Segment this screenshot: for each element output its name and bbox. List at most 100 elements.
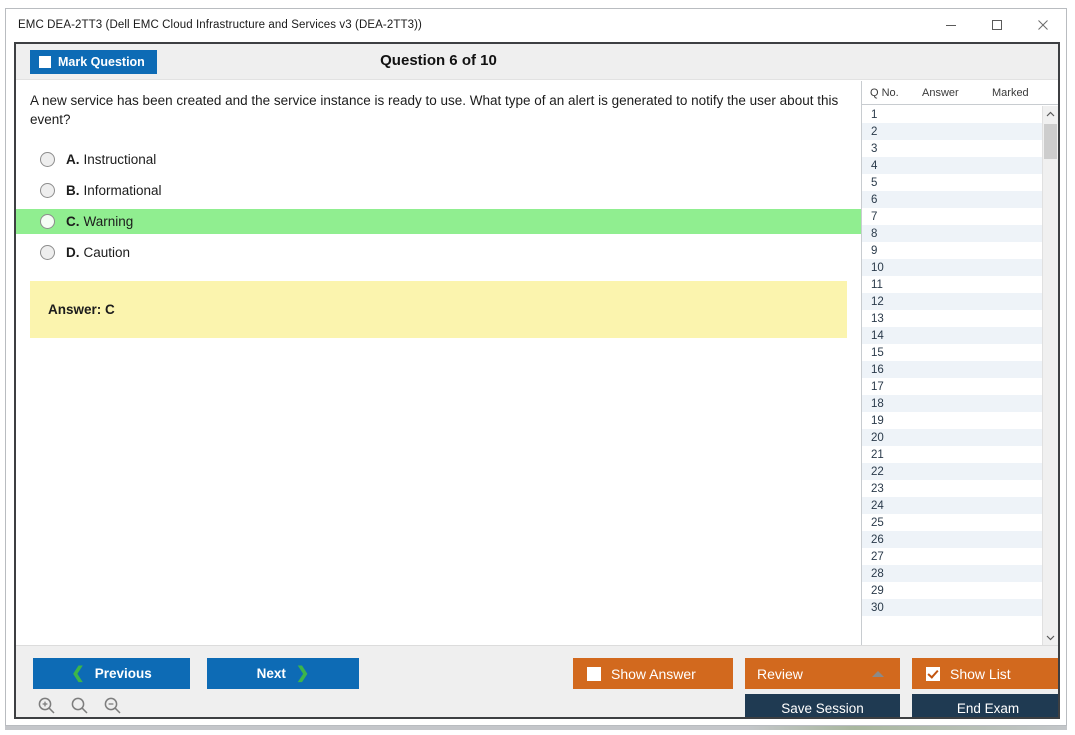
next-button[interactable]: Next ❯	[207, 658, 359, 689]
question-list-row[interactable]: 2	[862, 123, 1042, 140]
question-list-row[interactable]: 10	[862, 259, 1042, 276]
row-q-no: 27	[871, 550, 884, 563]
option-row[interactable]: A. Instructional	[16, 147, 861, 172]
end-exam-button[interactable]: End Exam	[912, 694, 1058, 717]
previous-button[interactable]: ❮ Previous	[33, 658, 190, 689]
question-text: A new service has been created and the s…	[30, 93, 839, 127]
question-list-row[interactable]: 7	[862, 208, 1042, 225]
save-session-button[interactable]: Save Session	[745, 694, 900, 717]
row-q-no: 15	[871, 346, 884, 359]
question-list-row[interactable]: 16	[862, 361, 1042, 378]
option-text: Warning	[83, 214, 134, 229]
scroll-up-icon[interactable]	[1043, 106, 1058, 122]
show-answer-label: Show Answer	[611, 665, 696, 682]
show-list-label: Show List	[950, 665, 1011, 682]
row-q-no: 7	[871, 210, 878, 223]
scroll-down-icon[interactable]	[1043, 629, 1058, 645]
row-q-no: 17	[871, 380, 884, 393]
chevron-up-icon	[872, 670, 884, 677]
option-text: Informational	[83, 183, 162, 198]
question-list-row[interactable]: 24	[862, 497, 1042, 514]
question-list-row[interactable]: 4	[862, 157, 1042, 174]
previous-label: Previous	[94, 666, 152, 681]
zoom-in-icon[interactable]	[33, 692, 59, 717]
question-list-row[interactable]: 9	[862, 242, 1042, 259]
question-list-scrollbar[interactable]	[1042, 106, 1058, 645]
option-radio-icon[interactable]	[40, 245, 55, 260]
row-q-no: 6	[871, 193, 878, 206]
option-letter: B.	[66, 183, 80, 198]
question-list-row[interactable]: 30	[862, 599, 1042, 616]
question-list-row[interactable]: 12	[862, 293, 1042, 310]
show-answer-checkbox-icon	[587, 666, 601, 681]
row-q-no: 23	[871, 482, 884, 495]
zoom-out-icon[interactable]	[99, 692, 125, 717]
question-list-row[interactable]: 22	[862, 463, 1042, 480]
review-dropdown[interactable]: Review	[745, 658, 900, 689]
window-controls	[928, 9, 1066, 41]
option-row[interactable]: B. Informational	[16, 178, 861, 203]
title-bar: EMC DEA-2TT3 (Dell EMC Cloud Infrastruct…	[6, 9, 1066, 41]
question-list-row[interactable]: 5	[862, 174, 1042, 191]
chevron-left-icon: ❮	[71, 664, 85, 682]
option-radio-icon[interactable]	[40, 214, 55, 229]
row-q-no: 29	[871, 584, 884, 597]
end-exam-label: End Exam	[956, 700, 1020, 716]
question-list-row[interactable]: 28	[862, 565, 1042, 582]
zoom-reset-icon[interactable]	[66, 692, 92, 717]
question-list-row[interactable]: 17	[862, 378, 1042, 395]
question-list-row[interactable]: 23	[862, 480, 1042, 497]
question-list-row[interactable]: 27	[862, 548, 1042, 565]
scrollbar-thumb[interactable]	[1044, 124, 1057, 159]
question-list-row[interactable]: 14	[862, 327, 1042, 344]
row-q-no: 12	[871, 295, 884, 308]
question-list-row[interactable]: 15	[862, 344, 1042, 361]
option-row[interactable]: C. Warning	[16, 209, 861, 234]
next-label: Next	[256, 666, 286, 681]
question-list-row[interactable]: 8	[862, 225, 1042, 242]
row-q-no: 11	[871, 278, 883, 291]
column-header-answer: Answer	[922, 86, 959, 99]
option-radio-icon[interactable]	[40, 152, 55, 167]
option-radio-icon[interactable]	[40, 183, 55, 198]
show-answer-button[interactable]: Show Answer	[573, 658, 733, 689]
row-q-no: 10	[871, 261, 884, 274]
answer-label: Answer: C	[48, 302, 115, 317]
question-list-row[interactable]: 6	[862, 191, 1042, 208]
question-list-panel: Q No. Answer Marked 1 2 3 4 5 6 7 8 9 10 11 12 13 14 1…	[861, 81, 1058, 645]
exam-bottom-toolbar: ❮ Previous Next ❯ Show Answer Review Sho…	[16, 645, 1058, 717]
question-list-row[interactable]: 1	[862, 106, 1042, 123]
question-list-row[interactable]: 25	[862, 514, 1042, 531]
maximize-icon[interactable]	[974, 9, 1020, 41]
question-list-row[interactable]: 11	[862, 276, 1042, 293]
show-list-button[interactable]: Show List	[912, 658, 1058, 689]
question-list-row[interactable]: 19	[862, 412, 1042, 429]
option-letter: C.	[66, 214, 80, 229]
question-list-row[interactable]: 21	[862, 446, 1042, 463]
row-q-no: 1	[871, 108, 878, 121]
row-q-no: 2	[871, 125, 878, 138]
option-row[interactable]: D. Caution	[16, 240, 861, 265]
review-label: Review	[757, 665, 803, 682]
answer-box: Answer: C	[30, 281, 847, 338]
row-q-no: 13	[871, 312, 884, 325]
chevron-right-icon: ❯	[295, 664, 310, 682]
option-letter: D.	[66, 245, 80, 260]
row-q-no: 22	[871, 465, 884, 478]
row-q-no: 26	[871, 533, 884, 546]
close-icon[interactable]	[1020, 9, 1066, 41]
row-q-no: 20	[871, 431, 884, 444]
row-q-no: 4	[871, 159, 878, 172]
question-list-row[interactable]: 3	[862, 140, 1042, 157]
question-list-row[interactable]: 26	[862, 531, 1042, 548]
row-q-no: 8	[871, 227, 878, 240]
minimize-icon[interactable]	[928, 9, 974, 41]
save-session-label: Save Session	[781, 700, 864, 716]
question-list-row[interactable]: 13	[862, 310, 1042, 327]
question-list-row[interactable]: 29	[862, 582, 1042, 599]
question-list-row[interactable]: 18	[862, 395, 1042, 412]
question-counter: Question 6 of 10	[380, 52, 497, 69]
row-q-no: 5	[871, 176, 878, 189]
question-list-row[interactable]: 20	[862, 429, 1042, 446]
options-list: A. Instructional B. Informational C. Warning D…	[16, 147, 861, 271]
